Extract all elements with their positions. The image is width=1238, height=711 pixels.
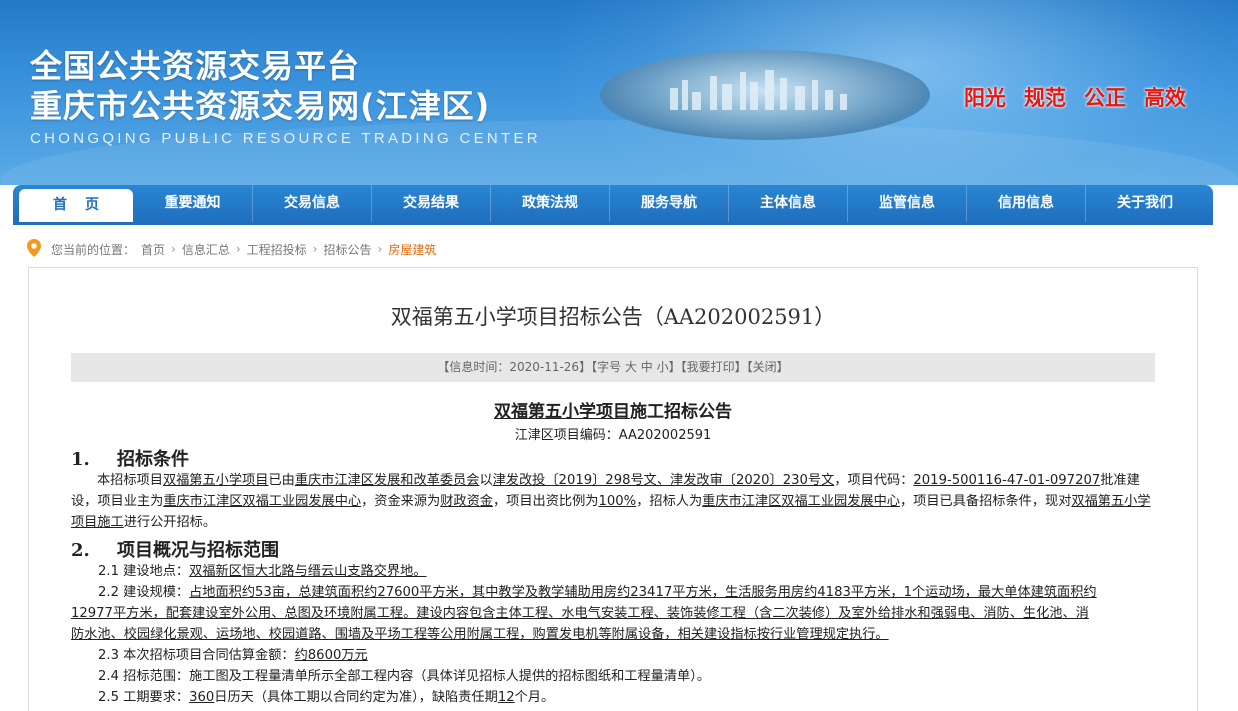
nav-about[interactable]: 关于我们 [1085,185,1204,222]
slogan-sunshine: 阳光 [964,86,1006,110]
nav-credit[interactable]: 信用信息 [966,185,1085,222]
slogans: 阳光 规范 公正 高效 [964,82,1186,112]
slogan-efficient: 高效 [1144,86,1186,110]
slogan-standard: 规范 [1024,86,1066,110]
section2-heading: 2. 项目概况与招标范围 [71,536,279,562]
print-link[interactable]: 【我要打印】 [681,360,747,374]
section1-num: 1. [71,449,90,470]
site-title: 全国公共资源交易平台 重庆市公共资源交易网(江津区) [30,46,490,126]
breadcrumb-separator: › [377,242,383,256]
item-2-1: 2.1 建设地点：双福新区恒大北路与缙云山支路交界地。 [98,564,427,579]
item-2-2-line1: 2.2 建设规模：占地面积约53亩，总建筑面积约27600平方米，其中教学及教学… [98,585,1097,600]
site-header: 全国公共资源交易平台 重庆市公共资源交易网(江津区) CHONGQING PUB… [0,0,1238,185]
breadcrumb-bid-notices[interactable]: 招标公告 [324,241,372,258]
article-info-bar: 【信息时间：2020-11-26】【字号 大 中 小】【我要打印】【关闭】 [71,353,1155,382]
site-title-line2: 重庆市公共资源交易网(江津区) [30,87,491,125]
subtitle-project: 双福第五小学项目 [494,402,630,422]
breadcrumb-separator: › [171,242,176,256]
item-2-2-line2: 12977平方米，配套建设室外公用、总图及环境附属工程。建设内容包含主体工程、水… [71,606,1089,621]
nav-policies[interactable]: 政策法规 [490,185,609,222]
page-title: 双福第五小学项目招标公告（AA202002591） [390,305,836,329]
breadcrumb-engineering-bids[interactable]: 工程招投标 [247,241,307,258]
breadcrumb-info-summary[interactable]: 信息汇总 [182,241,230,258]
section1-heading: 1. 招标条件 [71,445,189,471]
breadcrumb-current[interactable]: 房屋建筑 [388,241,436,258]
item-2-3: 2.3 本次招标项目合同估算金额：约8600万元 [98,648,368,663]
nav-subject-info[interactable]: 主体信息 [728,185,847,222]
nav-supervision[interactable]: 监管信息 [847,185,966,222]
font-small-link[interactable]: 小 [657,360,669,374]
nav-service-guide[interactable]: 服务导航 [609,185,728,222]
close-link[interactable]: 【关闭】 [747,360,789,374]
nav-trade-info[interactable]: 交易信息 [252,185,371,222]
font-medium-link[interactable]: 中 [641,360,653,374]
font-size-close: 】 [668,360,681,374]
item-2-5: 2.5 工期要求：360日历天（具体工期以合同约定为准），缺陷责任期12个月。 [98,690,555,705]
project-code: 江津区项目编码：AA202002591 [514,428,712,443]
breadcrumb-prefix: 您当前的位置： [51,242,136,257]
subtitle-rest: 施工招标公告 [630,402,732,422]
section1-paragraph: 本招标项目双福第五小学项目已由重庆市江津区发展和改革委员会以津发改投〔2019〕… [71,473,1151,530]
city-skyline-image [600,50,930,140]
item-2-2-line3: 防水池、校园绿化景观、运场地、校园道路、围墙及平场工程等公用附属工程，购置发电机… [71,627,889,642]
nav-trade-results[interactable]: 交易结果 [371,185,490,222]
font-large-link[interactable]: 大 [625,360,637,374]
breadcrumb: 您当前的位置： 首页 › 信息汇总 › 工程招投标 › 招标公告 › 房屋建筑 [27,238,436,260]
breadcrumb-home[interactable]: 首页 [141,241,165,258]
notice-subtitle: 双福第五小学项目施工招标公告 [0,397,1226,422]
slogan-fair: 公正 [1084,86,1126,110]
section2-title: 项目概况与招标范围 [117,540,279,561]
nav-notices[interactable]: 重要通知 [133,185,252,222]
main-nav: 首页 重要通知 交易信息 交易结果 政策法规 服务导航 主体信息 监管信息 信用… [13,185,1213,222]
section1-title: 招标条件 [117,449,189,470]
font-size-label: 【字号 [591,360,622,374]
site-subtitle-en: CHONGQING PUBLIC RESOURCE TRADING CENTER [30,130,541,147]
breadcrumb-separator: › [312,242,318,256]
site-title-line1: 全国公共资源交易平台 [30,47,361,85]
breadcrumb-separator: › [235,242,241,256]
nav-home[interactable]: 首页 [19,189,133,222]
nav-underline [13,222,1213,225]
location-pin-icon [27,238,41,260]
item-2-4: 2.4 招标范围：施工图及工程量清单所示全部工程内容（具体详见招标人提供的招标图… [98,669,711,684]
info-time: 【信息时间：2020-11-26】 [437,360,592,374]
section2-num: 2. [71,540,90,561]
